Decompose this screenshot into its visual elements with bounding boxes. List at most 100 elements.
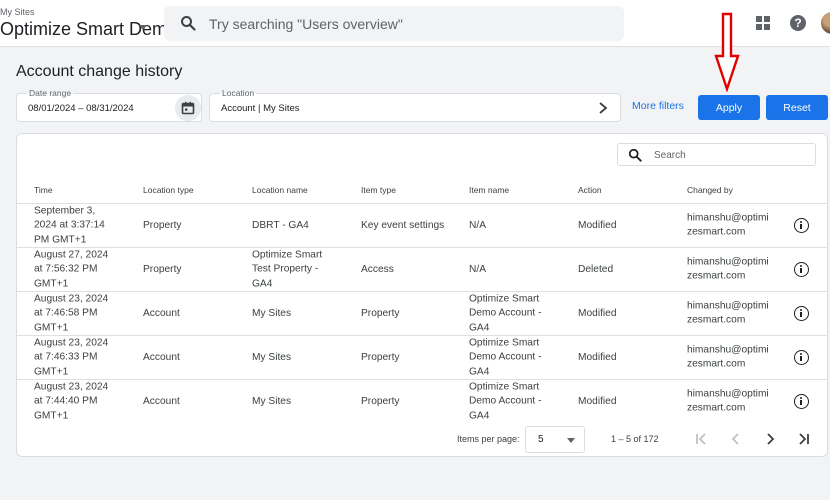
cell-action: Modified	[578, 219, 617, 231]
cell-line: Demo Account -	[469, 395, 542, 407]
chevron-right-icon[interactable]	[598, 102, 608, 114]
cell-time: September 3, 2024 at 3:37:14 PM GMT+1	[34, 204, 105, 248]
cell-line: Test Property -	[252, 263, 319, 275]
cell-line: N/A	[469, 263, 486, 275]
previous-page-icon[interactable]	[726, 429, 746, 449]
cell-location-type: Property	[143, 263, 182, 275]
items-per-page-label: Items per page:	[457, 434, 520, 444]
calendar-button[interactable]	[175, 95, 201, 121]
annotation-arrow-icon	[714, 12, 740, 92]
cell-line: August 23, 2024	[34, 380, 109, 392]
cell-line: GA4	[469, 365, 490, 377]
cell-line: zesmart.com	[687, 402, 746, 414]
cell-line: himanshu@optimi	[687, 300, 769, 311]
date-range-label: Date range	[27, 88, 74, 98]
table-row[interactable]: August 23, 2024 at 7:46:58 PM GMT+1 Account…	[17, 291, 827, 335]
more-filters-link[interactable]: More filters	[632, 100, 684, 112]
cell-action: Modified	[578, 395, 617, 407]
cell-changed-by: himanshu@optimi zesmart.com	[687, 211, 769, 240]
cell-line: himanshu@optimi	[687, 256, 769, 267]
cell-line: at 7:46:33 PM	[34, 351, 98, 363]
column-header-time[interactable]: Time	[34, 185, 53, 195]
cell-time: August 27, 2024 at 7:56:32 PM GMT+1	[34, 248, 108, 292]
cell-line: zesmart.com	[687, 314, 746, 326]
cell-changed-by: himanshu@optimi zesmart.com	[687, 299, 769, 328]
column-header-location-type[interactable]: Location type	[143, 185, 194, 195]
column-header-location-name[interactable]: Location name	[252, 185, 308, 195]
column-header-action[interactable]: Action	[578, 185, 602, 195]
items-per-page-value: 5	[538, 434, 544, 445]
cell-line: Optimize Smart	[252, 248, 323, 260]
cell-line: GA4	[252, 277, 273, 289]
table-row[interactable]: August 23, 2024 at 7:46:33 PM GMT+1 Account…	[17, 335, 827, 379]
info-icon[interactable]	[794, 350, 809, 365]
cell-changed-by: himanshu@optimi zesmart.com	[687, 255, 769, 284]
cell-item-name: Optimize Smart Demo Account - GA4	[469, 380, 541, 424]
cell-line: himanshu@optimi	[687, 344, 769, 355]
cell-time: August 23, 2024 at 7:46:58 PM GMT+1	[34, 292, 108, 336]
cell-item-name: Optimize Smart Demo Account - GA4	[469, 292, 541, 336]
location-value: Account | My Sites	[221, 103, 300, 114]
cell-line: Optimize Smart	[469, 336, 540, 348]
calendar-icon	[181, 101, 195, 115]
table-search-input[interactable]	[654, 148, 804, 162]
table-row[interactable]: August 27, 2024 at 7:56:32 PM GMT+1 Propert…	[17, 247, 827, 291]
help-icon[interactable]: ?	[790, 15, 806, 31]
cell-line: Demo Account -	[469, 351, 542, 363]
cell-line: August 23, 2024	[34, 336, 109, 348]
cell-line: GA4	[469, 409, 490, 421]
cell-line: himanshu@optimi	[687, 212, 769, 223]
cell-location-name: Optimize Smart Test Property - GA4	[252, 248, 322, 292]
location-field[interactable]: Location Account | My Sites	[209, 88, 621, 122]
cell-changed-by: himanshu@optimi zesmart.com	[687, 387, 769, 416]
table-row[interactable]: August 23, 2024 at 7:44:40 PM GMT+1 Account…	[17, 379, 827, 423]
cell-location-type: Property	[143, 219, 182, 231]
cell-line: GMT+1	[34, 409, 69, 421]
global-search-input[interactable]	[209, 13, 609, 35]
cell-item-type: Property	[361, 351, 400, 363]
cell-item-type: Key event settings	[361, 219, 445, 231]
info-icon[interactable]	[794, 218, 809, 233]
first-page-icon[interactable]	[691, 429, 711, 449]
cell-item-type: Property	[361, 307, 400, 319]
column-header-item-type[interactable]: Item type	[361, 185, 396, 195]
account-caret-icon[interactable]	[139, 25, 147, 30]
cell-line: himanshu@optimi	[687, 388, 769, 399]
cell-line: at 7:46:58 PM	[34, 307, 98, 319]
table-row[interactable]: September 3, 2024 at 3:37:14 PM GMT+1 Prope…	[17, 203, 827, 247]
cell-line: PM GMT+1	[34, 233, 87, 245]
last-page-icon[interactable]	[794, 429, 814, 449]
page-title: Account change history	[16, 63, 183, 80]
apps-grid-icon[interactable]	[756, 16, 770, 30]
cell-location-name: My Sites	[252, 306, 291, 321]
account-breadcrumb[interactable]: My Sites	[0, 7, 35, 17]
cell-action: Deleted	[578, 263, 614, 275]
change-history-card: Time Location type Location name Item type I…	[16, 133, 828, 457]
cell-line: at 7:44:40 PM	[34, 395, 98, 407]
cell-line: September 3,	[34, 204, 96, 216]
info-icon[interactable]	[794, 394, 809, 409]
date-range-field[interactable]: Date range 08/01/2024 – 08/31/2024	[16, 88, 202, 122]
cell-line: GMT+1	[34, 321, 69, 333]
apply-button[interactable]: Apply	[698, 95, 760, 120]
avatar[interactable]	[821, 12, 830, 34]
cell-line: at 7:56:32 PM	[34, 263, 98, 275]
cell-line: Optimize Smart	[469, 380, 540, 392]
column-header-changed-by[interactable]: Changed by	[687, 185, 733, 195]
search-icon	[181, 16, 196, 31]
cell-line: zesmart.com	[687, 270, 746, 282]
info-icon[interactable]	[794, 306, 809, 321]
items-per-page-select[interactable]: 5	[525, 426, 585, 453]
cell-time: August 23, 2024 at 7:46:33 PM GMT+1	[34, 336, 108, 380]
next-page-icon[interactable]	[760, 429, 780, 449]
reset-button[interactable]: Reset	[766, 95, 828, 120]
global-search[interactable]	[164, 6, 624, 41]
cell-line: My Sites	[252, 307, 292, 319]
info-icon[interactable]	[794, 262, 809, 277]
cell-location-type: Account	[143, 351, 180, 363]
table-search[interactable]	[617, 143, 816, 166]
cell-line: My Sites	[252, 395, 292, 407]
column-header-item-name[interactable]: Item name	[469, 185, 509, 195]
cell-line: N/A	[469, 219, 486, 231]
cell-time: August 23, 2024 at 7:44:40 PM GMT+1	[34, 380, 108, 424]
